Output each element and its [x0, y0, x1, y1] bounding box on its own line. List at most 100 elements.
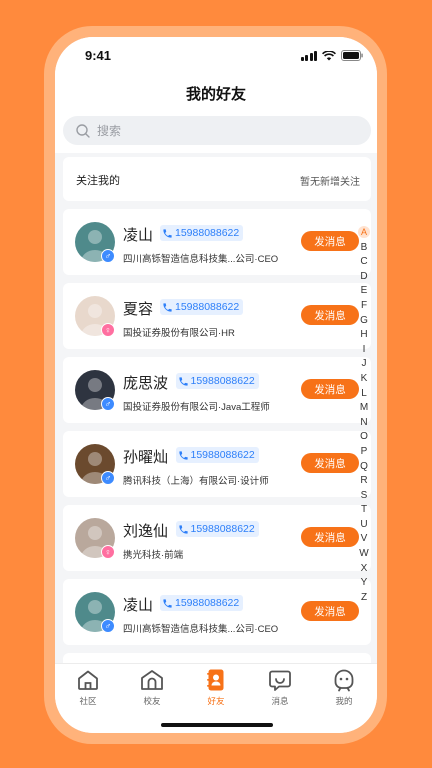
- alphabet-index[interactable]: ABCDEFGHIJKLMNOPQRSTUVWXYZ: [357, 226, 371, 605]
- index-letter[interactable]: R: [357, 474, 371, 489]
- index-letter[interactable]: A: [357, 226, 371, 241]
- index-letter[interactable]: N: [357, 416, 371, 431]
- send-message-button[interactable]: 发消息: [301, 453, 359, 473]
- header: 我的好友: [55, 77, 377, 113]
- friend-card[interactable]: ♂ 庞思波 15988088622 国投证券股份有限公司·Java工程师 发消息: [63, 357, 371, 423]
- index-letter[interactable]: T: [357, 503, 371, 518]
- friend-name: 庞思波: [123, 375, 169, 392]
- phone-icon: [163, 302, 172, 312]
- index-letter-label: D: [360, 270, 368, 282]
- index-letter-label: U: [360, 518, 368, 530]
- tab-friends[interactable]: 好友: [191, 668, 241, 707]
- index-letter[interactable]: Z: [357, 591, 371, 606]
- phone-tag[interactable]: 15988088622: [175, 373, 259, 389]
- send-message-button[interactable]: 发消息: [301, 379, 359, 399]
- phone-number: 15988088622: [175, 597, 240, 609]
- followers-card[interactable]: 关注我的 暂无新增关注: [63, 157, 371, 201]
- friend-name: 凌山: [123, 597, 154, 614]
- phone-screen: 9:41 我的好友 关注我的 暂无新增关注 ♂凌山15988088622四川高铄…: [55, 37, 377, 733]
- index-letter[interactable]: G: [357, 314, 371, 329]
- index-letter[interactable]: V: [357, 532, 371, 547]
- phone-icon: [178, 524, 188, 534]
- home-indicator: [161, 723, 273, 727]
- index-letter[interactable]: C: [357, 255, 371, 270]
- send-message-button[interactable]: 发消息: [301, 305, 359, 325]
- page-title: 我的好友: [185, 86, 246, 103]
- phone-icon: [178, 376, 188, 386]
- index-letter-label: F: [360, 299, 368, 311]
- profile-icon: [334, 669, 354, 692]
- status-bar: 9:41: [55, 37, 377, 77]
- female-icon: ♀: [101, 323, 115, 337]
- phone-icon: [178, 450, 188, 460]
- index-letter-label: R: [360, 475, 368, 487]
- index-letter[interactable]: X: [357, 562, 371, 577]
- send-message-button[interactable]: 发消息: [301, 231, 359, 251]
- friend-name: 凌山: [123, 227, 154, 244]
- tab-alumni[interactable]: 校友: [127, 668, 177, 707]
- search-box[interactable]: [63, 116, 371, 145]
- index-letter[interactable]: Y: [357, 576, 371, 591]
- index-letter[interactable]: S: [357, 489, 371, 504]
- male-icon: ♂: [101, 397, 115, 411]
- index-letter[interactable]: L: [357, 387, 371, 402]
- index-letter-label: G: [360, 314, 368, 326]
- phone-number: 15988088622: [190, 523, 255, 535]
- friend-company-title: 携光科技·前端: [123, 550, 184, 561]
- index-letter[interactable]: B: [357, 241, 371, 256]
- index-letter[interactable]: I: [357, 343, 371, 358]
- index-letter-label: V: [360, 533, 368, 545]
- index-letter[interactable]: W: [357, 547, 371, 562]
- search-bar: [55, 113, 377, 153]
- tab-profile[interactable]: 我的: [319, 668, 369, 707]
- index-letter-label: Z: [360, 591, 368, 603]
- index-letter[interactable]: E: [357, 284, 371, 299]
- tab-label: 校友: [143, 696, 161, 706]
- status-icons: [300, 50, 364, 61]
- phone-tag[interactable]: 15988088622: [160, 225, 244, 241]
- status-time: 9:41: [85, 48, 112, 63]
- index-letter[interactable]: H: [357, 328, 371, 343]
- index-letter-label: I: [362, 343, 366, 355]
- message-icon: [269, 670, 291, 691]
- index-letter[interactable]: F: [357, 299, 371, 314]
- tab-community[interactable]: 社区: [63, 668, 113, 707]
- index-letter-label: L: [361, 387, 367, 399]
- friend-card[interactable]: ♀ 刘逸仙 15988088622 携光科技·前端 发消息: [63, 505, 371, 571]
- index-letter[interactable]: Q: [357, 460, 371, 475]
- friend-card[interactable]: ♀ 夏容 15988088622 国投证券股份有限公司·HR 发消息: [63, 283, 371, 349]
- phone-icon: [163, 228, 172, 238]
- index-letter[interactable]: O: [357, 430, 371, 445]
- index-letter[interactable]: D: [357, 270, 371, 285]
- index-letter[interactable]: M: [357, 401, 371, 416]
- friend-card[interactable]: ♂ 孙曜灿 15988088622 腾讯科技（上海）有限公司·设计师 发消息: [63, 431, 371, 497]
- index-letter-label: S: [360, 489, 368, 501]
- female-icon: ♀: [101, 545, 115, 559]
- phone-tag[interactable]: 15988088622: [160, 595, 244, 611]
- phone-tag[interactable]: 15988088622: [160, 299, 244, 315]
- search-input[interactable]: [97, 123, 337, 138]
- index-letter[interactable]: J: [357, 357, 371, 372]
- tab-messages[interactable]: 消息: [255, 668, 305, 707]
- cellular-signal-icon: [300, 50, 317, 61]
- send-message-button[interactable]: 发消息: [301, 601, 359, 621]
- index-letter-label: T: [360, 504, 368, 516]
- tab-label: 好友: [207, 696, 225, 706]
- friend-card[interactable]: ♂ 凌山 15988088622 四川高铄智造信息科技集...公司·CEO 发消息: [63, 579, 371, 645]
- index-letter[interactable]: U: [357, 518, 371, 533]
- phone-icon: [163, 598, 172, 608]
- index-letter[interactable]: K: [357, 372, 371, 387]
- send-message-button[interactable]: 发消息: [301, 527, 359, 547]
- phone-tag[interactable]: 15988088622: [175, 447, 259, 463]
- wifi-icon: [322, 50, 336, 61]
- index-letter-label: A: [358, 226, 370, 238]
- male-icon: ♂: [101, 471, 115, 485]
- index-letter-label: K: [360, 372, 368, 384]
- index-letter-label: J: [361, 358, 367, 370]
- index-letter[interactable]: P: [357, 445, 371, 460]
- index-letter-label: Y: [360, 577, 368, 589]
- phone-tag[interactable]: 15988088622: [175, 521, 259, 537]
- friend-card[interactable]: ♂ 凌山 15988088622 四川高铄智造信息科技集...公司·CEO 发消息: [63, 209, 371, 275]
- male-icon: ♂: [101, 249, 115, 263]
- followers-title: 关注我的: [76, 175, 120, 187]
